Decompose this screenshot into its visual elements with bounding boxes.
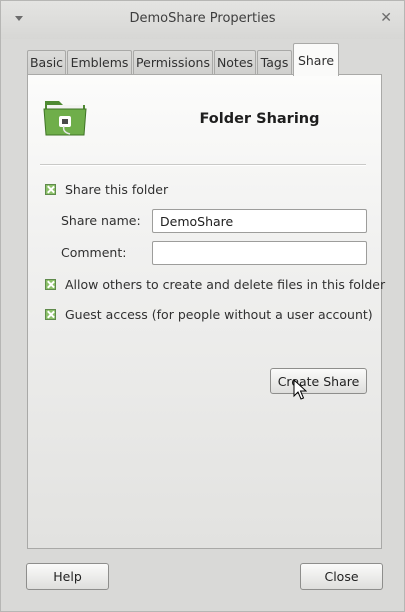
title-bar[interactable]: DemoShare Properties ✕ xyxy=(1,1,404,39)
allow-others-label: Allow others to create and delete files … xyxy=(65,277,386,292)
share-panel: Folder Sharing Share this folder Share n… xyxy=(27,74,386,549)
properties-window: DemoShare Properties ✕ Basic Emblems Per… xyxy=(0,0,405,612)
help-button[interactable]: Help xyxy=(26,563,109,590)
separator xyxy=(40,164,366,166)
share-name-input[interactable] xyxy=(152,209,367,233)
guest-access-checkbox[interactable] xyxy=(45,309,56,320)
tab-notes[interactable]: Notes xyxy=(214,50,256,75)
share-folder-label: Share this folder xyxy=(65,182,169,197)
mouse-pointer-icon xyxy=(293,379,307,400)
tab-basic[interactable]: Basic xyxy=(27,50,66,75)
close-button[interactable]: Close xyxy=(300,563,383,590)
create-share-button[interactable]: Create Share xyxy=(270,368,367,394)
folder-share-icon xyxy=(43,101,87,136)
share-folder-checkbox[interactable] xyxy=(45,184,56,195)
close-icon[interactable]: ✕ xyxy=(380,10,392,26)
section-heading: Folder Sharing xyxy=(199,111,320,127)
guest-access-label: Guest access (for people without a user … xyxy=(65,307,373,322)
tab-emblems[interactable]: Emblems xyxy=(67,50,132,75)
comment-label: Comment: xyxy=(61,245,127,260)
tab-tags[interactable]: Tags xyxy=(257,50,292,75)
allow-others-checkbox[interactable] xyxy=(45,279,56,290)
window-title: DemoShare Properties xyxy=(129,11,276,26)
comment-input[interactable] xyxy=(152,241,367,265)
share-name-label: Share name: xyxy=(61,213,141,228)
tab-permissions[interactable]: Permissions xyxy=(133,50,213,75)
tab-share[interactable]: Share xyxy=(293,43,339,76)
